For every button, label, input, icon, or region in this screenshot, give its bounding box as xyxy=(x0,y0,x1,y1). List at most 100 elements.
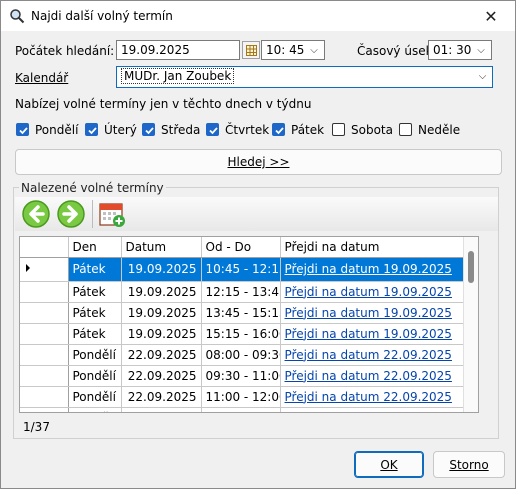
cell-day: Pátek xyxy=(68,281,122,303)
dialog-window: Najdi další volný termín ✕ Počátek hledá… xyxy=(0,0,516,489)
day-checkbox[interactable] xyxy=(85,123,98,136)
goto-date-link[interactable]: Přejdi na datum 22.09.2025 xyxy=(285,369,452,383)
toolbar-separator xyxy=(92,200,93,228)
goto-date-link[interactable]: Přejdi na datum 22.09.2025 xyxy=(285,348,452,362)
interval-label: Časový úsek: xyxy=(357,44,437,58)
day-checkbox-label[interactable]: Úterý xyxy=(104,123,137,137)
search-button[interactable]: Hledej >> xyxy=(15,149,502,175)
goto-date-link[interactable]: Přejdi na datum 19.09.2025 xyxy=(285,285,452,299)
search-icon xyxy=(10,9,25,24)
start-time-select[interactable]: 10: 45 ⌵ xyxy=(261,40,325,60)
calendar-select[interactable]: MUDr. Jan Zoubek ⌵ xyxy=(116,66,493,88)
day-checkbox-label[interactable]: Neděle xyxy=(418,123,460,137)
table-row[interactable]: Pátek 19.09.2025 15:15 - 16:00 Přejdi na da… xyxy=(20,323,465,345)
arrow-right-icon[interactable] xyxy=(56,199,86,229)
date-picker-button[interactable] xyxy=(242,41,260,59)
cell-day: Pondělí xyxy=(68,365,122,387)
column-header-range[interactable]: Od - Do xyxy=(201,237,281,258)
cell-date: 22.09.2025 xyxy=(121,365,202,387)
cell-goto: Přejdi na datum 22.09.2025 xyxy=(280,365,465,387)
interval-select[interactable]: 01: 30 ⌵ xyxy=(428,40,492,60)
cell-goto: Přejdi na datum 19.09.2025 xyxy=(280,257,465,282)
chevron-down-icon: ⌵ xyxy=(477,44,485,56)
cell-goto: Přejdi na datum 19.09.2025 xyxy=(280,302,465,324)
scrollbar-thumb[interactable] xyxy=(468,251,474,283)
goto-date-link[interactable]: Přejdi na datum 22.09.2025 xyxy=(285,411,452,413)
day-checkbox[interactable] xyxy=(16,123,29,136)
row-header[interactable] xyxy=(20,386,69,408)
title-bar: Najdi další volný termín ✕ xyxy=(1,1,515,31)
cell-date: 22.09.2025 xyxy=(121,407,202,412)
cell-day: Pátek xyxy=(68,302,122,324)
goto-date-link[interactable]: Přejdi na datum 19.09.2025 xyxy=(285,327,452,341)
window-title: Najdi další volný termín xyxy=(31,9,173,23)
row-header[interactable] xyxy=(20,407,69,412)
cell-goto: Přejdi na datum 19.09.2025 xyxy=(280,281,465,303)
column-header-goto[interactable]: Přejdi na datum xyxy=(280,237,465,258)
cell-range: 12:15 - 13:45 xyxy=(201,281,281,303)
table-header-row: Den Datum Od - Do Přejdi na datum xyxy=(20,237,465,258)
start-time-value: 10: 45 xyxy=(266,43,305,57)
checkmark-icon xyxy=(145,127,154,135)
cell-date: 22.09.2025 xyxy=(121,344,202,366)
close-icon: ✕ xyxy=(484,6,498,26)
checkmark-icon xyxy=(275,127,284,135)
arrow-left-icon[interactable] xyxy=(21,199,51,229)
table-row[interactable]: Pondělí 22.09.2025 11:00 - 12:00 Přejdi na … xyxy=(20,386,465,408)
column-header-day[interactable]: Den xyxy=(68,237,122,258)
cell-date: 19.09.2025 xyxy=(121,281,202,303)
goto-date-link[interactable]: Přejdi na datum 19.09.2025 xyxy=(285,306,452,320)
table-row[interactable]: Pátek 19.09.2025 10:45 - 12:15 Přejdi na da… xyxy=(20,257,465,282)
day-checkbox[interactable] xyxy=(142,123,155,136)
day-checkbox[interactable] xyxy=(206,123,219,136)
table-row[interactable]: Pátek 19.09.2025 12:15 - 13:45 Přejdi na da… xyxy=(20,281,465,303)
table-row[interactable]: Pátek 19.09.2025 13:45 - 15:15 Přejdi na da… xyxy=(20,302,465,324)
day-checkbox-label[interactable]: Pondělí xyxy=(35,123,78,137)
cancel-button-label: Storno xyxy=(449,457,489,472)
row-header[interactable] xyxy=(20,365,69,387)
column-header-date[interactable]: Datum xyxy=(121,237,202,258)
calendar-value: MUDr. Jan Zoubek xyxy=(121,68,235,84)
row-header[interactable] xyxy=(20,323,69,345)
calendar-add-icon[interactable] xyxy=(97,199,127,229)
checkmark-icon xyxy=(209,127,218,135)
current-row-icon xyxy=(26,263,30,272)
table-row[interactable]: Pondělí 22.09.2025 09:30 - 11:00 Přejdi na … xyxy=(20,365,465,387)
cell-date: 19.09.2025 xyxy=(121,257,202,282)
day-checkbox[interactable] xyxy=(332,123,345,136)
goto-date-link[interactable]: Přejdi na datum 19.09.2025 xyxy=(285,262,452,276)
cell-day: Pátek xyxy=(68,323,122,345)
cell-range: 10:45 - 12:15 xyxy=(201,257,281,282)
table-scrollbar[interactable] xyxy=(463,237,478,412)
day-checkbox[interactable] xyxy=(272,123,285,136)
cell-range: 11:00 - 12:00 xyxy=(201,386,281,408)
cell-goto: Přejdi na datum 19.09.2025 xyxy=(280,323,465,345)
close-button[interactable]: ✕ xyxy=(471,3,511,29)
cell-day: Pondělí xyxy=(68,386,122,408)
row-header[interactable] xyxy=(20,344,69,366)
day-checkbox-label[interactable]: Středa xyxy=(161,123,200,137)
chevron-down-icon: ⌵ xyxy=(310,44,318,56)
day-checkbox-label[interactable]: Čtvrtek xyxy=(225,123,269,137)
results-group-title: Nalezené volné termíny xyxy=(19,181,166,195)
goto-date-link[interactable]: Přejdi na datum 22.09.2025 xyxy=(285,390,452,404)
day-checkbox-label[interactable]: Sobota xyxy=(351,123,393,137)
calendar-label: Kalendář xyxy=(15,71,69,85)
table-row[interactable]: Pondělí22.09.202512:00 - 14:00 Přejdi na … xyxy=(20,407,465,413)
cell-day: Pondělí xyxy=(68,407,122,412)
day-checkbox-label[interactable]: Pátek xyxy=(291,123,324,137)
interval-value: 01: 30 xyxy=(433,43,472,57)
row-header[interactable] xyxy=(20,281,69,303)
results-table: Den Datum Od - Do Přejdi na datum Pátek 1… xyxy=(19,236,479,413)
cell-range: 15:15 - 16:00 xyxy=(201,323,281,345)
cancel-button[interactable]: Storno xyxy=(433,451,505,478)
checkmark-icon xyxy=(19,127,28,135)
start-date-field[interactable]: 19.09.2025 xyxy=(116,40,240,60)
row-header[interactable] xyxy=(20,302,69,324)
day-checkbox[interactable] xyxy=(399,123,412,136)
row-header[interactable] xyxy=(20,257,69,282)
ok-button[interactable]: OK xyxy=(354,451,424,478)
cell-range: 08:00 - 09:30 xyxy=(201,344,281,366)
cell-range: 09:30 - 11:00 xyxy=(201,365,281,387)
table-row[interactable]: Pondělí 22.09.2025 08:00 - 09:30 Přejdi na … xyxy=(20,344,465,366)
